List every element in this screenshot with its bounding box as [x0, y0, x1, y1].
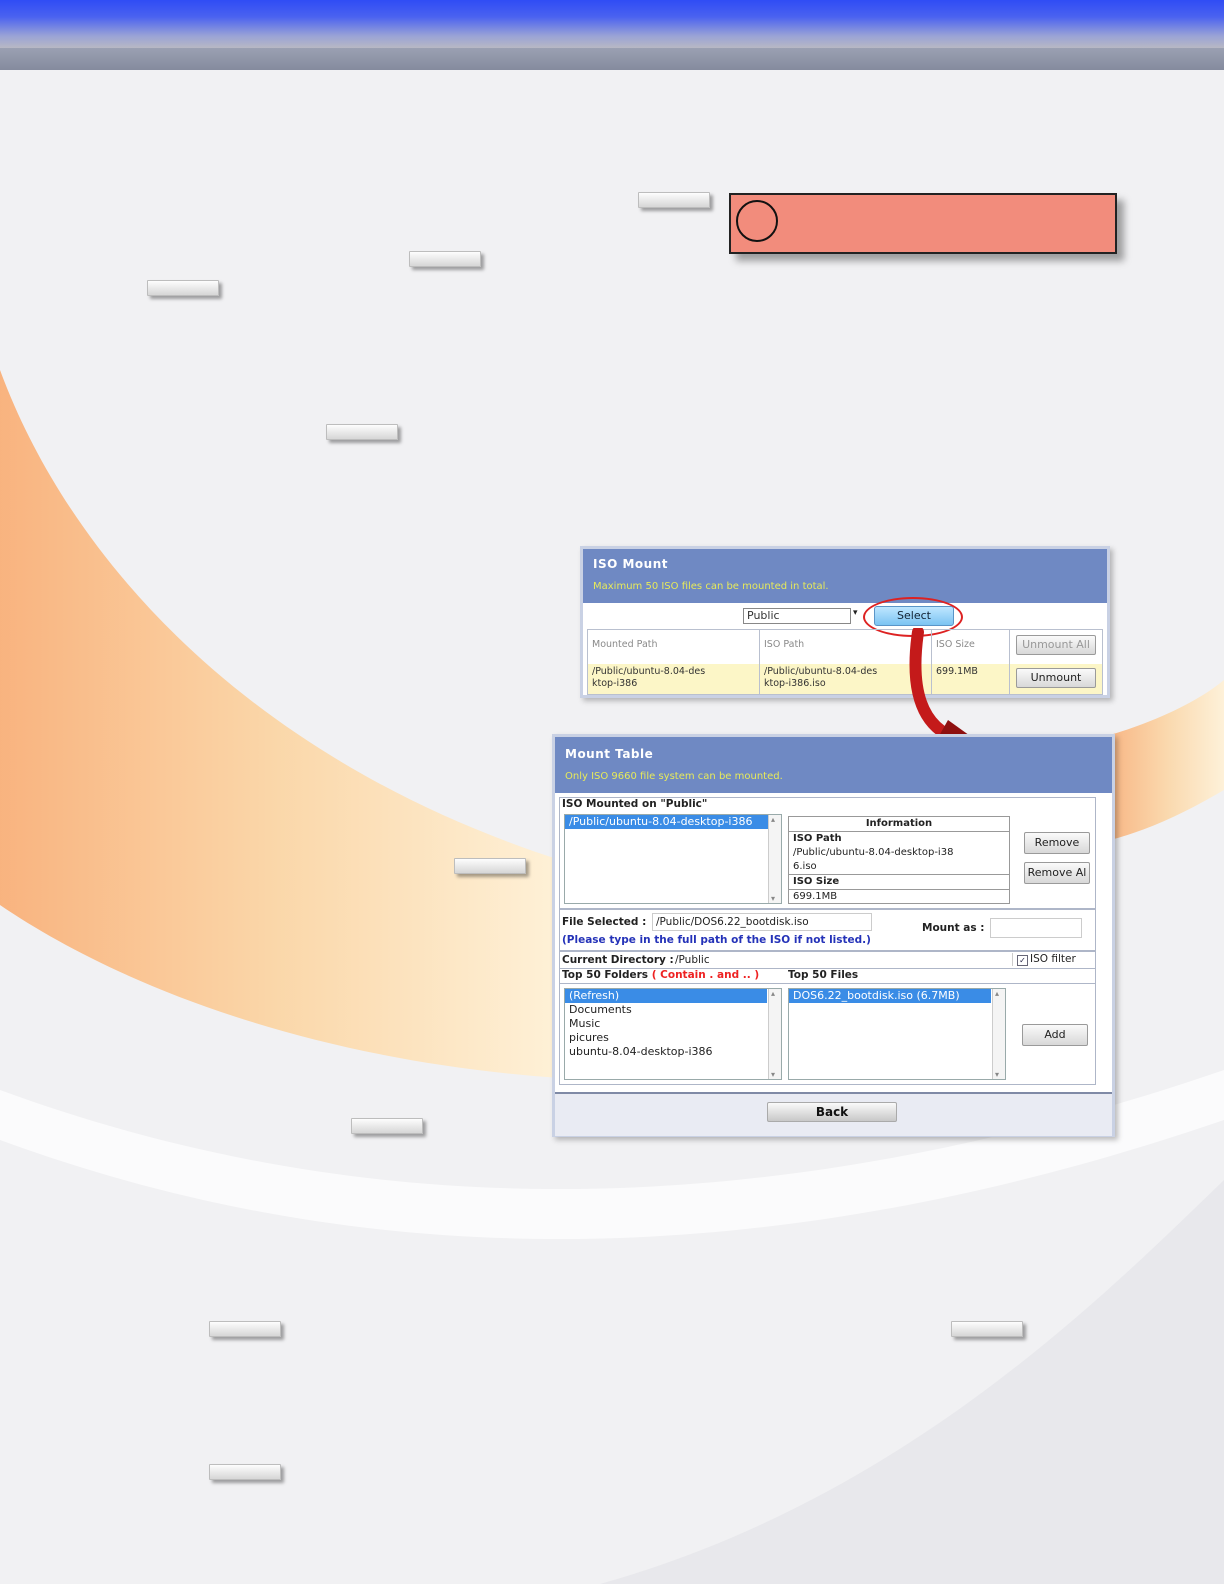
share-select-row: Public ▾ Select	[583, 597, 1107, 637]
list-item[interactable]: Documents	[565, 1003, 781, 1017]
share-dropdown[interactable]: Public	[743, 608, 851, 624]
list-item[interactable]: ubuntu-8.04-desktop-i386	[565, 1045, 781, 1059]
panel-subtitle: Maximum 50 ISO files can be mounted in t…	[593, 581, 829, 592]
info-table: Information ISO Path /Public/ubuntu-8.04…	[788, 816, 1010, 904]
back-bar: Back	[555, 1092, 1112, 1136]
scrollbar[interactable]	[768, 989, 781, 1079]
list-item[interactable]: picures	[565, 1031, 781, 1045]
add-button[interactable]: Add	[1022, 1024, 1088, 1046]
mount-as-label: Mount as :	[922, 922, 985, 934]
tab-marker	[638, 192, 710, 208]
mount-table-panel: Mount Table Only ISO 9660 file system ca…	[552, 734, 1115, 1137]
tab-marker	[454, 858, 526, 874]
folders-label: Top 50 Folders ( Contain . and .. )	[562, 969, 760, 981]
list-item[interactable]: /Public/ubuntu-8.04-desktop-i386	[565, 815, 781, 829]
iso-path-value: /Public/ubuntu-8.04-desktop-i38	[793, 847, 954, 858]
list-item[interactable]: Music	[565, 1017, 781, 1031]
file-selected-input[interactable]: /Public/DOS6.22_bootdisk.iso	[652, 913, 872, 931]
current-directory-value: /Public	[675, 954, 710, 966]
panel-title: Mount Table	[565, 747, 654, 761]
column-header: Mounted Path	[588, 630, 760, 664]
mounted-path: /Public/ubuntu-8.04-des	[592, 666, 706, 677]
mounted-on-section: ISO Mounted on "Public" /Public/ubuntu-8…	[559, 797, 1096, 909]
mount-as-input[interactable]	[990, 918, 1082, 938]
current-directory-label: Current Directory :	[562, 954, 674, 966]
list-item[interactable]: (Refresh)	[565, 989, 767, 1003]
files-label: Top 50 Files	[788, 969, 859, 981]
directory-section: Current Directory : /Public ✓ ISO filter …	[559, 951, 1096, 1085]
iso-size-label: ISO Size	[789, 875, 1009, 890]
panel-title: ISO Mount	[593, 557, 668, 571]
tab-marker	[209, 1464, 281, 1480]
back-button[interactable]: Back	[767, 1102, 897, 1122]
panel-header: Mount Table Only ISO 9660 file system ca…	[555, 737, 1112, 793]
table-row: /Public/ubuntu-8.04-des ktop-i386 /Publi…	[588, 664, 1102, 694]
unmount-button[interactable]: Unmount	[1016, 668, 1096, 688]
mounted-iso-table: Mounted Path ISO Path ISO Size Unmount A…	[587, 629, 1103, 695]
scrollbar[interactable]	[768, 815, 781, 903]
panel-header: ISO Mount Maximum 50 ISO files can be mo…	[583, 549, 1107, 603]
iso-path-label: ISO Path	[793, 833, 842, 844]
checkbox-icon[interactable]: ✓	[1017, 955, 1028, 966]
tab-marker	[209, 1321, 281, 1337]
tab-marker	[326, 424, 398, 440]
unmount-all-button[interactable]: Unmount All	[1016, 635, 1096, 655]
file-selected-label: File Selected :	[562, 916, 647, 928]
folders-list[interactable]: (Refresh) Documents Music picures ubuntu…	[564, 988, 782, 1080]
info-header: Information	[789, 817, 1009, 832]
panel-subtitle: Only ISO 9660 file system can be mounted…	[565, 771, 783, 782]
remove-all-button[interactable]: Remove Al	[1024, 862, 1090, 884]
files-list[interactable]: DOS6.22_bootdisk.iso (6.7MB)	[788, 988, 1006, 1080]
tab-marker	[951, 1321, 1023, 1337]
scrollbar[interactable]	[992, 989, 1005, 1079]
tab-marker	[409, 251, 481, 267]
divider	[560, 983, 1095, 984]
remove-button[interactable]: Remove	[1024, 832, 1090, 854]
iso-size-value: 699.1MB	[793, 891, 838, 902]
iso-mount-panel: ISO Mount Maximum 50 ISO files can be mo…	[580, 546, 1110, 698]
path-hint: (Please type in the full path of the ISO…	[562, 934, 871, 946]
list-item[interactable]: DOS6.22_bootdisk.iso (6.7MB)	[789, 989, 991, 1003]
mounted-path-cont: ktop-i386	[592, 678, 638, 689]
mounted-iso-list[interactable]: /Public/ubuntu-8.04-desktop-i386	[564, 814, 782, 904]
mounted-on-label: ISO Mounted on "Public"	[562, 798, 708, 810]
table-header-row: Mounted Path ISO Path ISO Size Unmount A…	[588, 630, 1102, 664]
file-selected-section: File Selected : /Public/DOS6.22_bootdisk…	[559, 909, 1096, 951]
callout-box	[729, 193, 1117, 254]
tab-marker	[147, 280, 219, 296]
tab-marker	[351, 1118, 423, 1134]
iso-path-value-cont: 6.iso	[789, 860, 1009, 875]
chevron-down-icon[interactable]: ▾	[853, 608, 858, 618]
step-circle	[736, 200, 778, 242]
iso-filter-checkbox[interactable]: ✓ ISO filter	[1012, 953, 1076, 966]
